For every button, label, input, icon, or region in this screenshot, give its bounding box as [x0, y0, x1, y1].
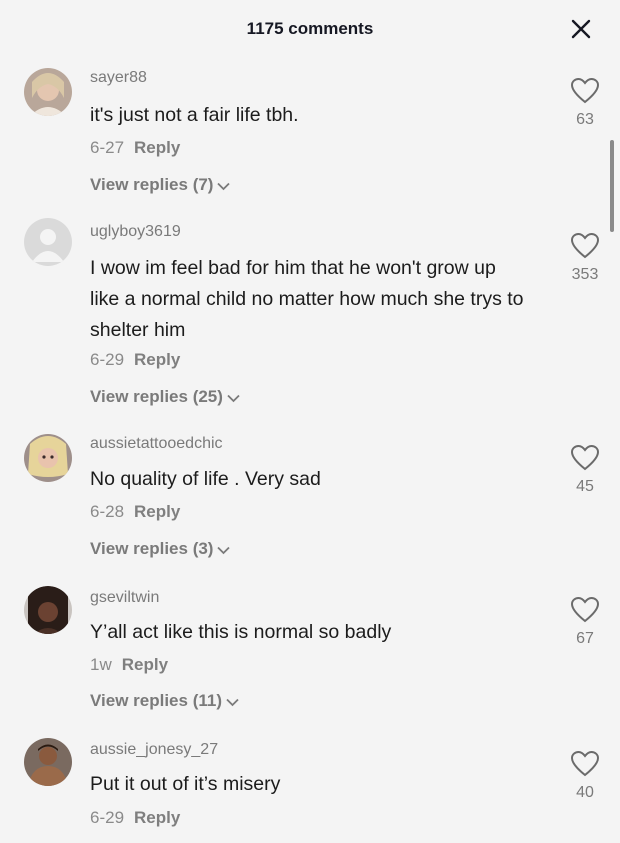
comment-date: 1w: [90, 655, 112, 674]
heart-outline-icon: [570, 232, 600, 263]
like-button[interactable]: 40: [555, 750, 615, 802]
avatar[interactable]: [24, 738, 72, 786]
view-replies-label: View replies (25): [90, 387, 223, 406]
comment-text: No quality of life . Very sad: [90, 468, 321, 490]
heart-outline-icon: [570, 444, 600, 475]
comments-header: 1175 comments: [0, 0, 620, 56]
view-replies-label: View replies (11): [90, 691, 222, 710]
reply-button[interactable]: Reply: [134, 808, 180, 827]
view-replies-button[interactable]: View replies (25): [90, 387, 240, 408]
comment-username[interactable]: gseviltwin: [90, 589, 159, 607]
comments-count-title: 1175 comments: [246, 19, 374, 38]
heart-outline-icon: [570, 750, 600, 781]
view-replies-label: View replies (7): [90, 175, 214, 194]
view-replies-button[interactable]: View replies (3): [90, 539, 231, 560]
avatar[interactable]: [24, 586, 72, 634]
chevron-down-icon: [226, 692, 239, 712]
reply-button[interactable]: Reply: [122, 655, 168, 674]
comment-item: aussietattooedchic No quality of life . …: [0, 432, 620, 567]
comment-text: Put it out of it’s misery: [90, 773, 281, 795]
chevron-down-icon: [217, 176, 231, 196]
reply-button[interactable]: Reply: [134, 350, 180, 369]
reply-button[interactable]: Reply: [134, 138, 180, 157]
comment-text: it's just not a fair life tbh.: [90, 104, 299, 126]
like-count: 40: [576, 784, 594, 801]
comment-meta: 6-29 Reply: [90, 350, 180, 370]
comment-date: 6-27: [90, 138, 125, 157]
like-button[interactable]: 45: [555, 444, 615, 496]
like-count: 353: [571, 266, 599, 283]
chevron-down-icon: [217, 540, 231, 560]
view-replies-button[interactable]: View replies (7): [90, 175, 231, 196]
avatar[interactable]: [24, 218, 72, 266]
avatar[interactable]: [24, 434, 72, 482]
like-button[interactable]: 63: [555, 77, 615, 129]
like-count: 67: [576, 630, 594, 647]
comment-item: aussie_jonesy_27 Put it out of it’s mise…: [0, 738, 620, 838]
like-button[interactable]: 353: [555, 232, 615, 284]
comment-item: uglyboy3619 I wow im feel bad for him th…: [0, 218, 620, 413]
like-button[interactable]: 67: [555, 596, 615, 648]
like-count: 63: [576, 111, 594, 128]
reply-button[interactable]: Reply: [134, 502, 180, 521]
comment-meta: 6-29 Reply: [90, 808, 180, 828]
like-count: 45: [576, 478, 594, 495]
heart-outline-icon: [570, 77, 600, 108]
comment-meta: 6-28 Reply: [90, 502, 180, 522]
heart-outline-icon: [570, 596, 600, 627]
comment-item: sayer88 it's just not a fair life tbh. 6…: [0, 64, 620, 204]
close-icon[interactable]: [566, 14, 596, 44]
chevron-down-icon: [227, 388, 240, 408]
comment-username[interactable]: aussie_jonesy_27: [90, 741, 218, 759]
comment-text: Y’all act like this is normal so badly: [90, 621, 392, 643]
view-replies-label: View replies (3): [90, 539, 214, 558]
comment-username[interactable]: aussietattooedchic: [90, 435, 223, 453]
comment-date: 6-29: [90, 350, 125, 369]
avatar[interactable]: [24, 68, 72, 116]
comment-date: 6-28: [90, 502, 125, 521]
view-replies-button[interactable]: View replies (11): [90, 691, 239, 712]
comment-item: gseviltwin Y’all act like this is normal…: [0, 586, 620, 721]
comment-username[interactable]: sayer88: [90, 69, 147, 87]
comment-text: I wow im feel bad for him that he won't …: [90, 257, 524, 341]
comment-meta: 6-27 Reply: [90, 138, 180, 158]
comment-username[interactable]: uglyboy3619: [90, 223, 181, 241]
comment-date: 6-29: [90, 808, 125, 827]
comment-meta: 1w Reply: [90, 655, 168, 675]
